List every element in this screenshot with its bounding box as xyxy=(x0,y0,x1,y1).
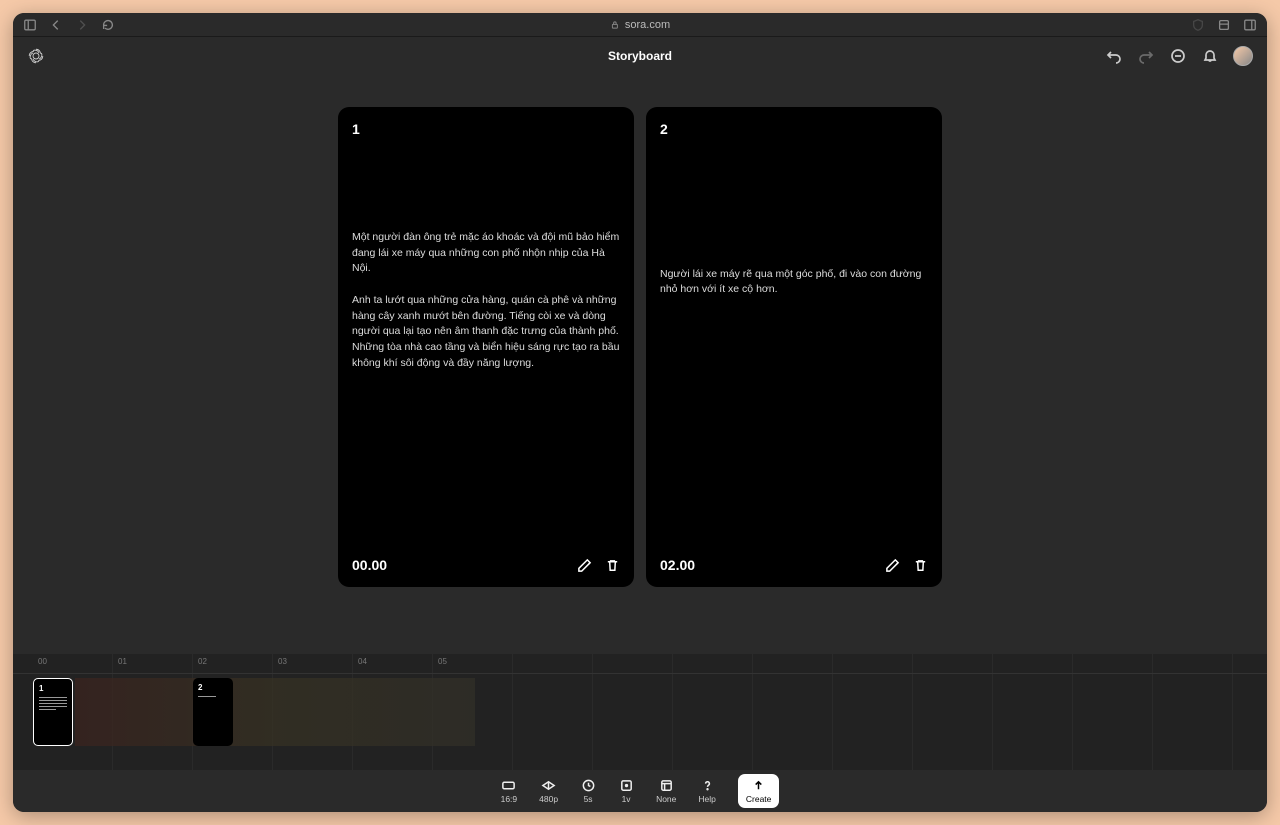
browser-bar: sora.com xyxy=(13,13,1267,37)
timeline[interactable]: 00 01 02 03 04 05 1 2 xyxy=(13,654,1267,770)
storyboard-card-1[interactable]: 1 Một người đàn ông trẻ mặc áo khoác và … xyxy=(338,107,634,587)
variations-icon xyxy=(618,778,634,792)
duration-label: 5s xyxy=(584,794,593,804)
help-label: Help xyxy=(698,794,715,804)
tick-label: 04 xyxy=(358,657,367,666)
clip-number: 2 xyxy=(198,683,228,692)
clip-number: 1 xyxy=(39,684,67,693)
tick-label: 03 xyxy=(278,657,287,666)
aspect-ratio-button[interactable]: 16:9 xyxy=(501,778,518,804)
tick-label: 00 xyxy=(38,657,47,666)
duration-button[interactable]: 5s xyxy=(580,778,596,804)
card-number: 2 xyxy=(660,121,928,137)
card-prompt-text[interactable]: Người lái xe máy rẽ qua một góc phố, đi … xyxy=(660,267,928,299)
trash-icon[interactable] xyxy=(912,557,928,573)
card-timestamp: 00.00 xyxy=(352,557,387,573)
card-prompt-text[interactable]: Một người đàn ông trẻ mặc áo khoác và độ… xyxy=(352,230,620,372)
aspect-icon xyxy=(501,778,517,792)
stack-icon[interactable] xyxy=(1217,18,1231,32)
openai-logo-icon[interactable] xyxy=(27,47,45,65)
tick-label: 02 xyxy=(198,657,207,666)
storyboard-canvas: 1 Một người đàn ông trẻ mặc áo khoác và … xyxy=(13,75,1267,654)
style-label: None xyxy=(656,794,676,804)
upload-icon xyxy=(751,778,767,792)
card-timestamp: 02.00 xyxy=(660,557,695,573)
shield-icon[interactable] xyxy=(1191,18,1205,32)
help-button[interactable]: Help xyxy=(698,778,715,804)
clock-icon xyxy=(580,778,596,792)
reload-icon[interactable] xyxy=(101,18,115,32)
tick-label: 01 xyxy=(118,657,127,666)
timeline-ruler: 00 01 02 03 04 05 xyxy=(13,654,1267,674)
address-bar[interactable]: sora.com xyxy=(610,19,670,31)
edit-icon[interactable] xyxy=(576,557,592,573)
edit-icon[interactable] xyxy=(884,557,900,573)
redo-icon[interactable] xyxy=(1137,47,1155,65)
url-text: sora.com xyxy=(625,19,670,31)
storyboard-card-2[interactable]: 2 Người lái xe máy rẽ qua một góc phố, đ… xyxy=(646,107,942,587)
page-title: Storyboard xyxy=(608,49,672,63)
tick-label: 05 xyxy=(438,657,447,666)
trash-icon[interactable] xyxy=(604,557,620,573)
avatar[interactable] xyxy=(1233,46,1253,66)
create-label: Create xyxy=(746,794,772,804)
forward-icon xyxy=(75,18,89,32)
app-window: sora.com Storyboard 1 Một người đàn ông … xyxy=(13,13,1267,812)
sidebar-toggle-icon[interactable] xyxy=(23,18,37,32)
aspect-label: 16:9 xyxy=(501,794,518,804)
app-header: Storyboard xyxy=(13,37,1267,75)
variations-button[interactable]: 1v xyxy=(618,778,634,804)
style-button[interactable]: None xyxy=(656,778,676,804)
help-icon xyxy=(699,778,715,792)
resolution-label: 480p xyxy=(539,794,558,804)
bottom-toolbar: 16:9 480p 5s 1v None Help Create xyxy=(13,770,1267,812)
resolution-icon xyxy=(541,778,557,792)
style-icon xyxy=(658,778,674,792)
create-button[interactable]: Create xyxy=(738,774,780,808)
timeline-clip-2[interactable]: 2 xyxy=(193,678,233,746)
undo-icon[interactable] xyxy=(1105,47,1123,65)
back-icon[interactable] xyxy=(49,18,63,32)
timeline-clip-1[interactable]: 1 xyxy=(33,678,73,746)
resolution-button[interactable]: 480p xyxy=(539,778,558,804)
bell-icon[interactable] xyxy=(1201,47,1219,65)
minus-circle-icon[interactable] xyxy=(1169,47,1187,65)
variations-label: 1v xyxy=(622,794,631,804)
card-number: 1 xyxy=(352,121,620,137)
panel-icon[interactable] xyxy=(1243,18,1257,32)
